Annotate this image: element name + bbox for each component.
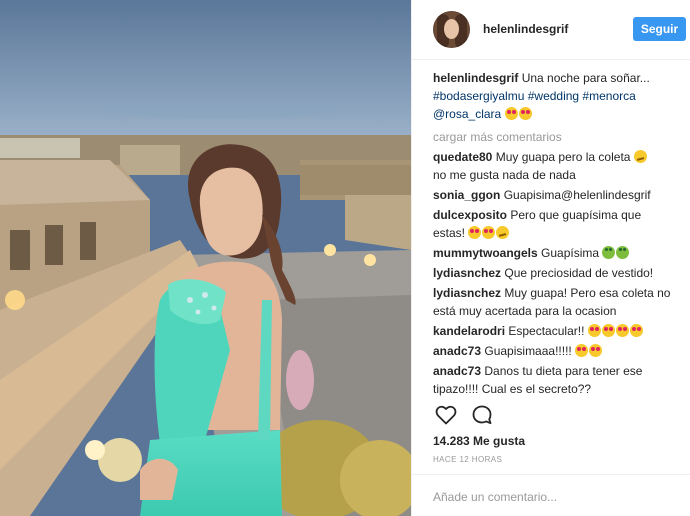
likes-count[interactable]: 14.283 Me gusta — [433, 434, 525, 448]
follow-button[interactable]: Seguir — [633, 17, 686, 41]
comment-item: mummytwoangels Guapísima — [433, 244, 681, 262]
comment-username[interactable]: mummytwoangels — [433, 246, 538, 260]
post-timestamp: HACE 12 HORAS — [433, 455, 503, 464]
comment-item: dulcexposito Pero que guapísima que esta… — [433, 206, 681, 242]
avatar-ring — [433, 11, 470, 48]
heart-eyes-emoji-icon — [615, 324, 629, 337]
comment-username[interactable]: sonia_ggon — [433, 188, 500, 202]
post-detail-panel: helenlindesgrif Seguir helenlindesgrif U… — [411, 0, 690, 516]
comment-username[interactable]: lydiasnchez — [433, 286, 501, 300]
comment-text: Danos tu dieta para tener ese — [484, 364, 643, 378]
comment-item: sonia_ggon Guapisima@helenlindesgrif — [433, 186, 681, 204]
comment-text-continued: estas! — [433, 226, 466, 240]
comment-icon[interactable] — [470, 403, 494, 427]
comment-text: Pero que guapísima que — [510, 208, 642, 222]
comment-item: lydiasnchez Que preciosidad de vestido! — [433, 264, 681, 282]
comment-item: lydiasnchez Muy guapa! Pero esa coleta n… — [433, 284, 681, 320]
heart-eyes-emoji-icon — [589, 344, 603, 357]
caption-text: Una noche para soñar... — [521, 71, 650, 85]
comment-item: anadc73 Guapisimaaa!!!!! — [433, 342, 681, 360]
comment-text-continued: está muy acertada para la ocasion — [433, 304, 617, 318]
frog-emoji-icon — [602, 246, 616, 259]
heart-eyes-emoji-icon — [587, 324, 601, 337]
comment-input[interactable] — [433, 487, 673, 507]
comment-text-continued: tipazo!!!! Cual es el secreto?? — [433, 382, 592, 396]
post-photo[interactable] — [0, 0, 411, 516]
heart-eyes-emoji-icon — [601, 324, 615, 337]
comment-text: Que preciosidad de vestido! — [504, 266, 654, 280]
comment-text: Muy guapa! Pero esa coleta no — [504, 286, 671, 300]
comment-text: Guapisima@helenlindesgrif — [503, 188, 651, 202]
heart-icon[interactable] — [434, 403, 458, 427]
comment-item: anadc73 Danos tu dieta para tener ese ti… — [433, 362, 681, 398]
comment-username[interactable]: anadc73 — [433, 364, 481, 378]
comment-username[interactable]: quedate80 — [433, 150, 492, 164]
comments-list: helenlindesgrif Una noche para soñar... … — [433, 69, 681, 400]
comment-username[interactable]: lydiasnchez — [433, 266, 501, 280]
heart-eyes-emoji-icon — [468, 226, 482, 239]
comment-item: quedate80 Muy guapa pero la coleta no me… — [433, 148, 681, 184]
load-more-comments-link[interactable]: cargar más comentarios — [433, 128, 681, 146]
heart-eyes-emoji-icon — [482, 226, 496, 239]
comment-text: Guapisimaaa!!!!! — [484, 344, 572, 358]
caption-mention[interactable]: @rosa_clara — [433, 107, 501, 121]
caption-username[interactable]: helenlindesgrif — [433, 71, 518, 85]
frog-emoji-icon — [616, 246, 630, 259]
smirk-emoji-icon — [496, 226, 510, 239]
heart-eyes-emoji-icon — [518, 107, 532, 120]
add-comment-bar — [412, 474, 690, 516]
photo-illustration — [0, 0, 411, 516]
username-link[interactable]: helenlindesgrif — [483, 22, 568, 36]
comment-text: Guapísima — [541, 246, 600, 260]
smirk-emoji-icon — [633, 150, 647, 163]
post-header: helenlindesgrif Seguir — [412, 0, 690, 60]
heart-eyes-emoji-icon — [629, 324, 643, 337]
caption: helenlindesgrif Una noche para soñar... … — [433, 69, 681, 123]
comment-username[interactable]: dulcexposito — [433, 208, 507, 222]
comment-username[interactable]: kandelarodri — [433, 324, 505, 338]
avatar[interactable] — [433, 11, 470, 48]
comment-text-continued: no me gusta nada de nada — [433, 168, 576, 182]
heart-eyes-emoji-icon — [504, 107, 518, 120]
caption-hashtags[interactable]: #bodasergiyalmu #wedding #menorca — [433, 89, 636, 103]
heart-eyes-emoji-icon — [575, 344, 589, 357]
comment-item: kandelarodri Espectacular!! — [433, 322, 681, 340]
comment-username[interactable]: anadc73 — [433, 344, 481, 358]
comment-text: Muy guapa pero la coleta — [495, 150, 631, 164]
comment-text: Espectacular!! — [508, 324, 585, 338]
